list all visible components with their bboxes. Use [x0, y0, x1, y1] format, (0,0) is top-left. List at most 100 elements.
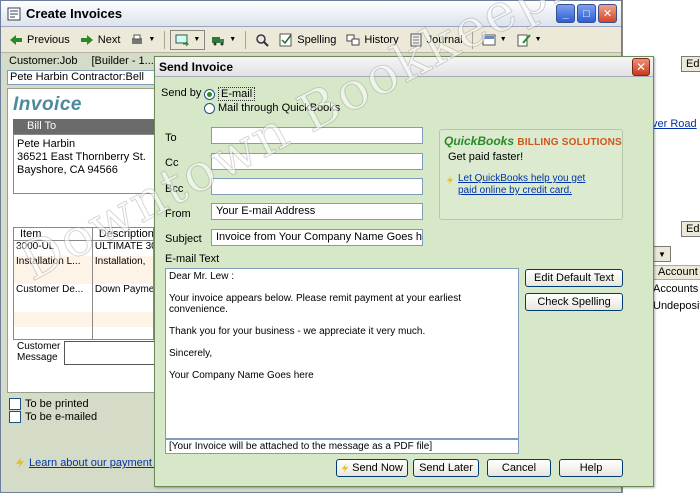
journal-label: Journal: [426, 33, 463, 46]
print-button[interactable]: ▼: [126, 31, 159, 49]
table-row[interactable]: [14, 312, 154, 327]
to-be-printed-checkbox[interactable]: [9, 398, 21, 410]
send-button[interactable]: ▼: [170, 29, 206, 50]
email-radio-option[interactable]: E-mail: [204, 87, 256, 101]
email-text-label: E-mail Text: [165, 253, 220, 265]
background-cell: Accounts R: [653, 283, 700, 295]
spelling-icon: [279, 33, 292, 46]
spelling-button[interactable]: Spelling: [275, 31, 340, 49]
send-later-button[interactable]: Send Later: [413, 459, 479, 477]
customer-job-value: Pete Harbin Contractor:Bell: [10, 71, 144, 83]
window-controls: _ □ ✕: [556, 4, 617, 23]
to-field[interactable]: [211, 127, 423, 144]
send-invoice-dialog: Send Invoice ✕ Send by E-mail Mail throu…: [154, 56, 654, 487]
customize-button[interactable]: ▼: [513, 31, 546, 49]
edit-default-text-label: Edit Default Text: [534, 272, 614, 284]
description-column-header[interactable]: Description: [93, 228, 154, 240]
template-selector[interactable]: [Builder - 1...]: [91, 55, 156, 67]
send-now-button[interactable]: Send Now: [336, 459, 408, 477]
promo-tagline: Get paid faster!: [448, 151, 524, 163]
table-row[interactable]: [14, 327, 154, 339]
toolbar-separator: [164, 30, 166, 49]
find-button[interactable]: [251, 31, 273, 49]
cancel-button[interactable]: Cancel: [487, 459, 551, 477]
send-dropdown-arrow[interactable]: ▼: [193, 36, 200, 43]
dialog-titlebar[interactable]: Send Invoice: [155, 57, 653, 77]
description-cell: Down Payme: [93, 284, 154, 312]
quickbooks-logo: QuickBooks BILLING SOLUTIONS: [444, 134, 622, 148]
journal-icon: [410, 33, 422, 46]
customer-message-field[interactable]: [64, 341, 159, 365]
from-field[interactable]: Your E-mail Address: [211, 203, 423, 220]
learn-payment-link-row: Learn about our payment p: [15, 457, 161, 469]
customize-dropdown-arrow[interactable]: ▼: [535, 36, 542, 43]
close-window-button[interactable]: ✕: [598, 4, 617, 23]
email-radio-label: E-mail: [218, 87, 256, 101]
customize-icon: [517, 33, 531, 46]
item-column-header[interactable]: Item: [14, 228, 93, 240]
history-icon: [346, 34, 360, 45]
item-cell: [14, 327, 93, 339]
quickbooks-logo-text: QuickBooks: [444, 134, 515, 148]
dialog-title: Send Invoice: [159, 59, 234, 74]
bill-to-address[interactable]: Pete Harbin 36521 East Thornberry St. Ba…: [13, 134, 163, 194]
description-cell: Installation,: [93, 256, 154, 284]
to-be-printed-checkbox-row[interactable]: To be printed: [9, 398, 89, 410]
next-button[interactable]: Next: [76, 31, 125, 49]
maximize-button[interactable]: □: [577, 4, 596, 23]
body-paragraph: Thank you for your business - we appreci…: [169, 326, 426, 337]
ship-button[interactable]: ▼: [207, 31, 240, 49]
next-icon: [80, 34, 93, 45]
to-be-emailed-checkbox-row[interactable]: To be e-mailed: [9, 411, 97, 423]
truck-icon: [212, 36, 225, 45]
cc-field[interactable]: [211, 153, 423, 170]
email-radio[interactable]: [204, 88, 215, 100]
email-body-textarea[interactable]: Dear Mr. Lew : Your invoice appears belo…: [165, 268, 519, 439]
journal-button[interactable]: Journal: [405, 31, 467, 49]
ship-dropdown-arrow[interactable]: ▼: [229, 36, 236, 43]
lightning-icon: [341, 463, 349, 473]
promo-link[interactable]: Let QuickBooks help you get paid online …: [458, 173, 585, 196]
table-row[interactable]: Customer De... Down Payme: [14, 284, 154, 312]
table-row[interactable]: 3000-UL ULTIMATE 30: [14, 241, 154, 256]
bcc-field[interactable]: [211, 178, 423, 195]
to-label: To: [165, 132, 177, 144]
mail-radio-option[interactable]: Mail through QuickBooks: [204, 102, 340, 114]
subject-field[interactable]: Invoice from Your Company Name Goes here: [211, 229, 423, 246]
edit-default-text-button[interactable]: Edit Default Text: [525, 269, 623, 287]
app-icon: [7, 7, 21, 20]
help-button[interactable]: Help: [559, 459, 623, 477]
background-column-header[interactable]: Account: [653, 265, 700, 280]
templates-button[interactable]: ▼: [478, 31, 511, 49]
item-cell: 3000-UL: [14, 241, 93, 256]
printer-icon: [132, 34, 143, 44]
main-titlebar[interactable]: Create Invoices: [1, 1, 621, 27]
check-spelling-label: Check Spelling: [537, 296, 611, 308]
print-dropdown-arrow[interactable]: ▼: [148, 36, 155, 43]
previous-button[interactable]: Previous: [5, 31, 74, 49]
history-button[interactable]: History: [342, 31, 402, 49]
bcc-label: Bcc: [165, 183, 184, 195]
templates-dropdown-arrow[interactable]: ▼: [500, 36, 507, 43]
promo-link-wrap: Let QuickBooks help you get paid online …: [446, 173, 598, 197]
minimize-button[interactable]: _: [556, 4, 575, 23]
from-label: From: [165, 208, 191, 220]
cancel-label: Cancel: [501, 462, 537, 474]
lightning-icon: [446, 175, 454, 186]
learn-payment-link[interactable]: Learn about our payment p: [29, 457, 161, 469]
customer-job-dropdown[interactable]: Pete Harbin Contractor:Bell: [7, 70, 155, 85]
attachment-note: [Your Invoice will be attached to the me…: [165, 439, 519, 454]
dialog-close-button[interactable]: ✕: [632, 58, 650, 76]
mail-radio[interactable]: [204, 102, 215, 114]
background-edit-button[interactable]: Ed: [681, 56, 700, 72]
background-link[interactable]: ver Road: [652, 118, 697, 130]
chevron-down-icon: ▼: [658, 249, 666, 259]
customer-message-label: Customer Message: [17, 341, 61, 363]
check-spelling-button[interactable]: Check Spelling: [525, 293, 623, 311]
background-dropdown[interactable]: ▼: [653, 246, 671, 262]
items-table-header: Item Description: [14, 228, 154, 241]
to-be-emailed-checkbox[interactable]: [9, 411, 21, 423]
invoice-toolbar: Previous Next ▼ ▼ ▼ Spelling History Jou…: [1, 27, 621, 53]
table-row[interactable]: Installation L... Installation,: [14, 256, 154, 284]
background-edit-tab[interactable]: Edi: [681, 221, 700, 237]
